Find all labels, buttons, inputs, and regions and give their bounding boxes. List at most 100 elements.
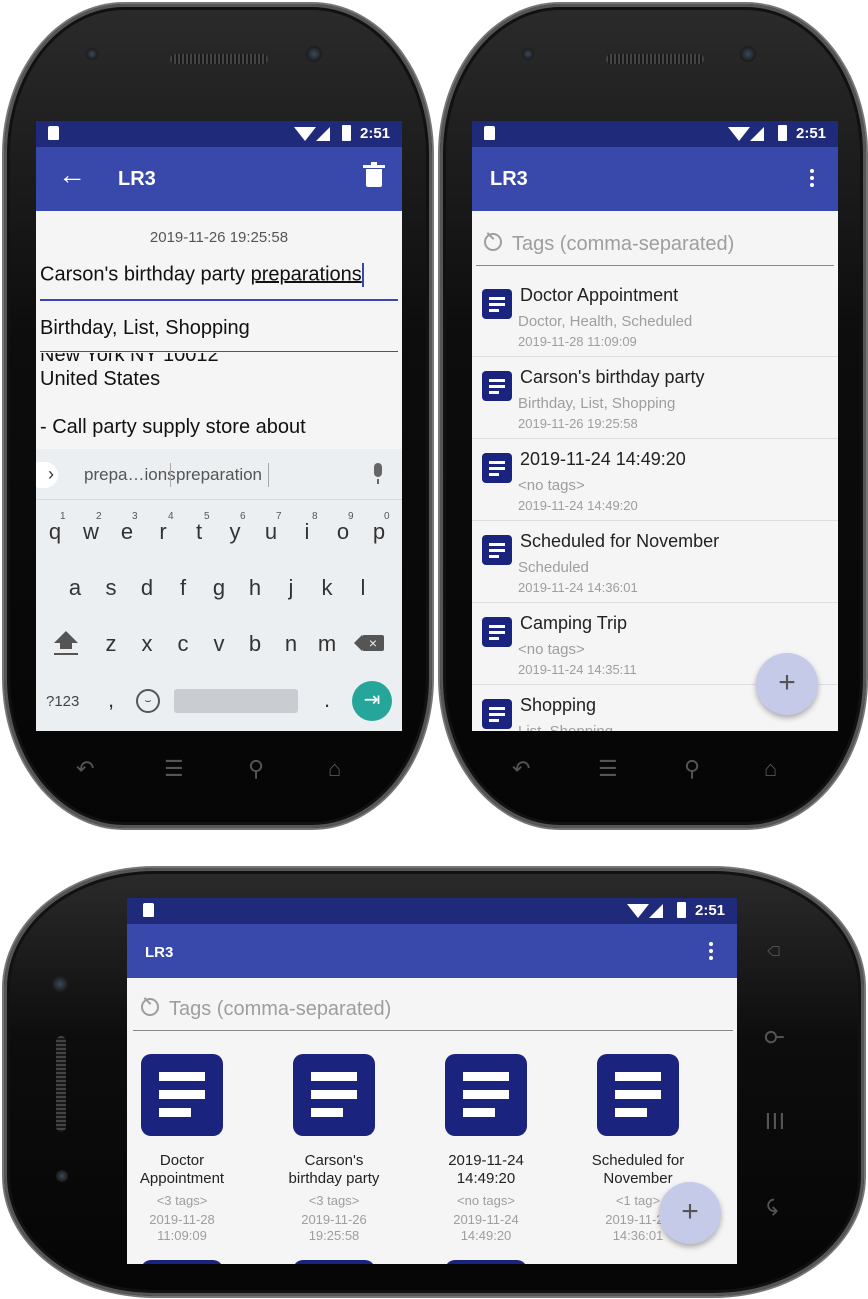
expand-suggestions-icon[interactable]: › <box>36 462 58 488</box>
list-screen: 2:51 LR3 Tags (comma-separated) Doctor A… <box>472 121 838 731</box>
overflow-menu-icon[interactable] <box>810 169 814 190</box>
app-title: LR3 <box>118 168 156 190</box>
grid-tile[interactable]: 2019-11-24 14:49:20 <no tags> 2019-11-24 1… <box>411 1054 561 1244</box>
key-t[interactable]: t5 <box>184 511 214 545</box>
shift-icon[interactable] <box>54 631 78 655</box>
grid-tile[interactable]: Carson's birthday party <3 tags> 2019-11-… <box>259 1054 409 1244</box>
key-g[interactable]: g <box>204 575 234 601</box>
key-y[interactable]: y6 <box>220 511 250 545</box>
nav-menu-icon[interactable]: ☰ <box>598 756 618 782</box>
suggestion-1[interactable]: prepa…ions <box>84 465 176 485</box>
note-icon <box>482 617 512 647</box>
nav-home-icon[interactable]: ⌂ <box>760 944 786 957</box>
period-key[interactable]: . <box>324 687 330 713</box>
key-i[interactable]: i8 <box>292 511 322 545</box>
wifi-icon <box>627 904 649 918</box>
nav-back-icon[interactable]: ↶ <box>512 756 530 782</box>
key-e[interactable]: e3 <box>112 511 142 545</box>
key-s[interactable]: s <box>96 575 126 601</box>
nav-home-icon[interactable]: ⌂ <box>764 756 777 782</box>
notes-grid: Doctor Appointment <3 tags> 2019-11-28 11:… <box>127 1054 737 1264</box>
note-icon <box>445 1054 527 1136</box>
key-k[interactable]: k <box>312 575 342 601</box>
key-v[interactable]: v <box>204 631 234 657</box>
list-item[interactable]: 2019-11-24 14:49:20 <no tags> 2019-11-24… <box>472 439 838 521</box>
key-m[interactable]: m <box>312 631 342 657</box>
overflow-menu-icon[interactable] <box>709 942 713 963</box>
note-icon <box>482 535 512 565</box>
wifi-icon <box>294 127 316 141</box>
key-f[interactable]: f <box>168 575 198 601</box>
front-camera <box>740 46 756 62</box>
emoji-icon[interactable]: ⌣ <box>136 689 160 713</box>
tag-search-input[interactable]: Tags (comma-separated) <box>133 994 733 1031</box>
note-icon <box>597 1054 679 1136</box>
symbols-key[interactable]: ?123 <box>46 693 79 710</box>
key-r[interactable]: r4 <box>148 511 178 545</box>
title-field[interactable]: Carson's birthday party preparations <box>40 263 398 301</box>
nav-back-icon[interactable]: ↶ <box>76 756 94 782</box>
key-c[interactable]: c <box>168 631 198 657</box>
key-a[interactable]: a <box>60 575 90 601</box>
note-icon <box>293 1054 375 1136</box>
nav-back-icon[interactable]: ↶ <box>762 1198 788 1216</box>
cellular-icon <box>649 904 663 918</box>
note-icon <box>482 371 512 401</box>
grid-tile[interactable]: Doctor Appointment <3 tags> 2019-11-28 11:… <box>127 1054 257 1244</box>
key-w[interactable]: w2 <box>76 511 106 545</box>
body-line: New York NY 10012 <box>40 353 219 366</box>
note-icon <box>482 289 512 319</box>
nav-search-icon[interactable]: ⚲ <box>248 756 264 782</box>
space-bar[interactable] <box>174 689 298 713</box>
search-placeholder: Tags (comma-separated) <box>169 998 392 1020</box>
front-camera <box>306 46 322 62</box>
nav-menu-icon[interactable]: ☰ <box>763 1111 789 1131</box>
nav-search-icon[interactable]: ⚲ <box>761 1029 787 1045</box>
key-o[interactable]: o9 <box>328 511 358 545</box>
note-tags: Birthday, List, Shopping <box>518 395 676 412</box>
text-cursor <box>361 263 364 287</box>
key-u[interactable]: u7 <box>256 511 286 545</box>
status-bar: 2:51 <box>127 898 737 924</box>
key-j[interactable]: j <box>276 575 306 601</box>
next-field-icon[interactable]: ⇥ <box>352 681 392 721</box>
nav-menu-icon[interactable]: ☰ <box>164 756 184 782</box>
microphone-icon[interactable] <box>374 463 382 484</box>
key-h[interactable]: h <box>240 575 270 601</box>
key-n[interactable]: n <box>276 631 306 657</box>
note-title: Carson's birthday party <box>520 367 705 387</box>
list-item[interactable]: Scheduled for November Scheduled 2019-11… <box>472 521 838 603</box>
key-p[interactable]: p0 <box>364 511 394 545</box>
grid-screen: 2:51 LR3 Tags (comma-separated) Doctor Ap… <box>127 898 737 1264</box>
key-q[interactable]: q1 <box>40 511 70 545</box>
body-line: - Call party supply store about <box>40 416 306 438</box>
nav-home-icon[interactable]: ⌂ <box>328 756 341 782</box>
add-note-button[interactable]: + <box>659 1182 721 1244</box>
list-item[interactable]: Doctor Appointment Doctor, Health, Sched… <box>472 275 838 357</box>
note-tags: <no tags> <box>518 641 585 658</box>
suggestion-2[interactable]: preparation <box>176 465 262 485</box>
key-b[interactable]: b <box>240 631 270 657</box>
tags-field[interactable]: Birthday, List, Shopping <box>40 317 398 352</box>
status-time: 2:51 <box>796 125 827 142</box>
nav-search-icon[interactable]: ⚲ <box>684 756 700 782</box>
body-field[interactable]: New York NY 10012 United States - Call p… <box>40 353 398 449</box>
sd-card-icon <box>484 126 495 140</box>
grid-tile-partial <box>293 1260 375 1264</box>
list-item[interactable]: Carson's birthday party Birthday, List, … <box>472 357 838 439</box>
battery-icon <box>342 125 351 141</box>
add-note-button[interactable]: + <box>756 653 818 715</box>
note-tags: <no tags> <box>518 477 585 494</box>
note-tags: <3 tags> <box>308 1193 360 1208</box>
key-x[interactable]: x <box>132 631 162 657</box>
comma-key[interactable]: , <box>108 687 114 713</box>
key-d[interactable]: d <box>132 575 162 601</box>
key-l[interactable]: l <box>348 575 378 601</box>
key-z[interactable]: z <box>96 631 126 657</box>
app-bar: LR3 <box>127 924 737 978</box>
earpiece-speaker <box>56 1036 66 1132</box>
back-arrow-icon[interactable]: ← <box>58 159 86 191</box>
delete-icon[interactable] <box>363 162 385 187</box>
backspace-icon[interactable]: × <box>354 635 384 651</box>
tag-search-input[interactable]: Tags (comma-separated) <box>476 229 834 266</box>
